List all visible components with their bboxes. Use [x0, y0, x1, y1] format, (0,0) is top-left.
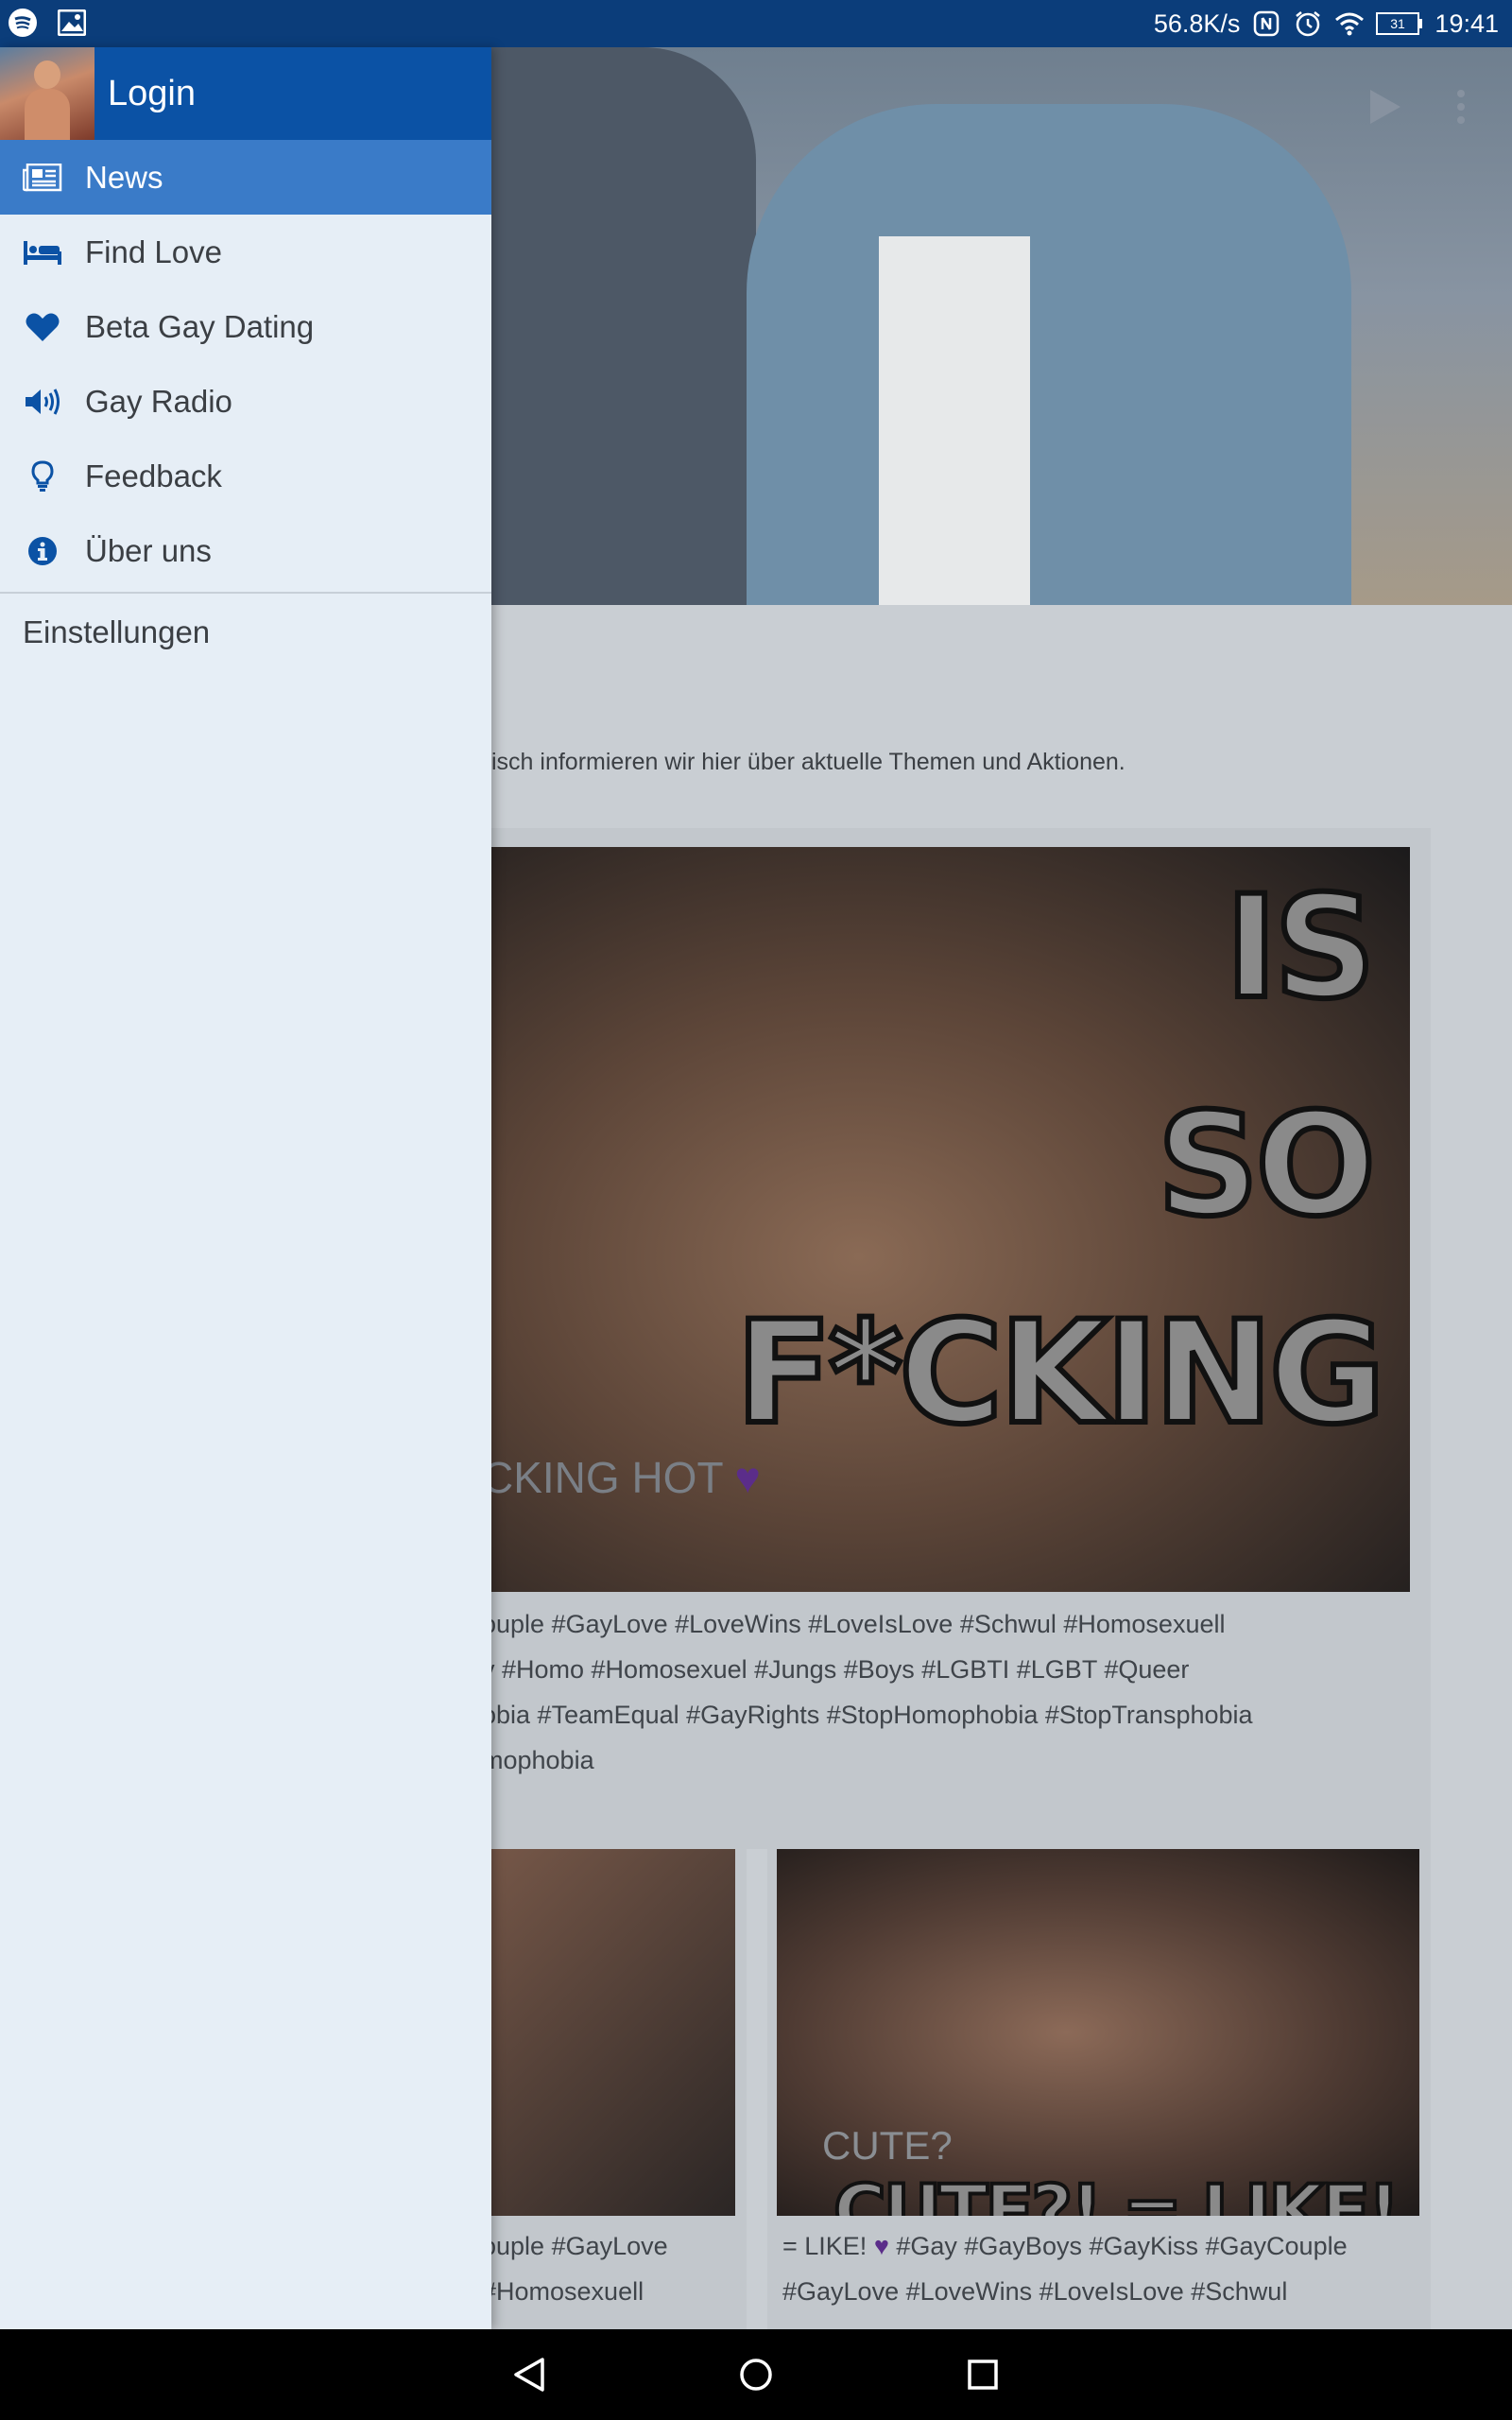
- post-caption: CKING HOT ♥: [482, 1452, 761, 1503]
- battery-icon: 31: [1376, 9, 1423, 39]
- drawer-item-settings[interactable]: Einstellungen: [23, 614, 210, 650]
- post-image[interactable]: CUTE? CUTE?! = LIKE!: [777, 1849, 1419, 2216]
- post-text: #Gay #GayBoys #GayKiss #GayCouple: [888, 2232, 1348, 2260]
- purple-heart-icon: ♥: [734, 1453, 761, 1502]
- battery-level: 31: [1391, 16, 1406, 31]
- drawer-item-gay-radio[interactable]: Gay Radio: [0, 364, 491, 439]
- system-nav-bar: [0, 2329, 1512, 2420]
- meme-text-line: IS: [1222, 863, 1379, 1033]
- drawer-header[interactable]: Login: [0, 47, 491, 140]
- login-label[interactable]: Login: [108, 47, 196, 140]
- hashtag-line: obia #TeamEqual #GayRights #StopHomophob…: [482, 1701, 1253, 1729]
- news-card[interactable]: CUTE? CUTE?! = LIKE! = LIKE! ♥ #Gay #Gay…: [767, 1840, 1431, 2329]
- drawer-item-label: News: [85, 159, 163, 195]
- hashtag-line: y #Homo #Homosexuel #Jungs #Boys #LGBTI …: [482, 1655, 1190, 1684]
- drawer-item-label: Beta Gay Dating: [85, 308, 315, 344]
- meme-text-line: SO: [1154, 1080, 1379, 1251]
- image-icon: [57, 8, 87, 38]
- meme-text: CUTE?: [822, 2123, 953, 2168]
- nfc-icon: [1251, 9, 1281, 39]
- status-bar-system: 56.8K/s 31 19:41: [1154, 0, 1499, 47]
- hashtag-line: = LIKE! ♥ #Gay #GayBoys #GayKiss #GayCou…: [782, 2223, 1425, 2269]
- status-bar: 56.8K/s 31 19:41: [0, 0, 1512, 47]
- news-card[interactable]: IS SO F*CKING CKING HOT ♥ ouple #GayLove…: [454, 828, 1431, 1849]
- recents-icon[interactable]: [959, 2351, 1006, 2398]
- hashtag-line: #GayLove #LoveWins #LoveIsLove #Schwul: [782, 2277, 1288, 2306]
- clock: 19:41: [1435, 9, 1499, 38]
- status-bar-notifications: [8, 8, 87, 38]
- post-text: = LIKE!: [782, 2232, 868, 2260]
- drawer-divider: [0, 592, 491, 594]
- play-icon[interactable]: [1370, 90, 1400, 124]
- home-icon[interactable]: [732, 2351, 780, 2398]
- purple-heart-icon: ♥: [873, 2232, 889, 2260]
- drawer-item-label: Find Love: [85, 233, 222, 269]
- hashtag-line: mophobia: [482, 1746, 594, 1774]
- info-icon: [23, 531, 62, 571]
- drawer-item-ueber-uns[interactable]: Über uns: [0, 513, 491, 588]
- hashtag-line: #Homosexuell: [482, 2277, 644, 2306]
- back-icon[interactable]: [506, 2351, 553, 2398]
- intro-text: isch informieren wir hier über aktuelle …: [491, 749, 1125, 775]
- drawer-menu: News Find Love Beta Gay Dating Gay Radio…: [0, 140, 491, 594]
- hero-figure-left: [472, 47, 756, 605]
- toolbar-actions: [1370, 90, 1465, 124]
- post-hashtags: = LIKE! ♥ #Gay #GayBoys #GayKiss #GayCou…: [782, 2223, 1425, 2314]
- alarm-icon: [1293, 9, 1323, 39]
- drawer-item-beta-gay-dating[interactable]: Beta Gay Dating: [0, 289, 491, 364]
- more-vert-icon[interactable]: [1457, 90, 1465, 124]
- meme-text-line: F*CKING: [732, 1288, 1388, 1459]
- drawer-item-news[interactable]: News: [0, 140, 491, 215]
- post-hashtags: ouple #GayLove #LoveWins #LoveIsLove #Sc…: [482, 1601, 1408, 1783]
- hashtag-line: ouple #GayLove: [482, 2232, 668, 2260]
- heart-icon: [23, 307, 62, 347]
- caption-text: CKING HOT: [482, 1453, 723, 1502]
- avatar[interactable]: [0, 47, 94, 140]
- drawer-item-label: Über uns: [85, 532, 212, 568]
- newspaper-icon: [23, 158, 62, 198]
- post-image[interactable]: [454, 1849, 735, 2216]
- meme-text: CUTE?! = LIKE!: [832, 2167, 1402, 2216]
- drawer-item-find-love[interactable]: Find Love: [0, 215, 491, 289]
- hero-figure-right: [747, 104, 1351, 605]
- navigation-drawer: Login News Find Love Beta Gay Dating Gay…: [0, 47, 491, 2329]
- news-card[interactable]: ouple #GayLove #Homosexuell: [454, 1840, 747, 2329]
- lightbulb-icon: [23, 457, 62, 496]
- network-speed: 56.8K/s: [1153, 9, 1241, 38]
- drawer-item-label: Gay Radio: [85, 383, 232, 419]
- drawer-item-feedback[interactable]: Feedback: [0, 439, 491, 513]
- post-hashtags: ouple #GayLove #Homosexuell: [482, 2223, 747, 2314]
- wifi-icon: [1334, 9, 1365, 39]
- bed-icon: [23, 233, 62, 272]
- hashtag-line: ouple #GayLove #LoveWins #LoveIsLove #Sc…: [482, 1610, 1226, 1638]
- spotify-icon: [8, 8, 38, 38]
- drawer-item-label: Feedback: [85, 458, 222, 493]
- speaker-icon: [23, 382, 62, 422]
